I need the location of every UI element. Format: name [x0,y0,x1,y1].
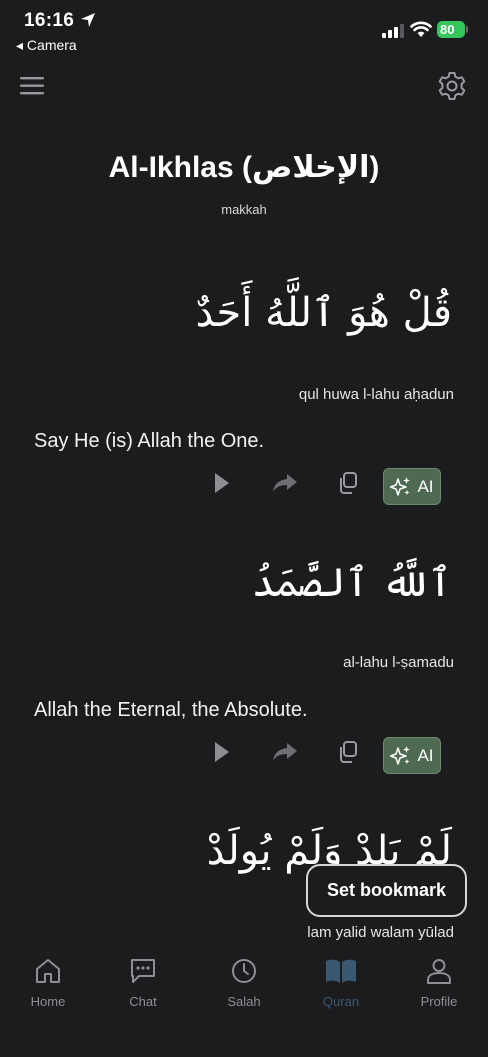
bottom-tab-bar: Home Chat Salah Quran Profile [0,945,488,1057]
tab-label: Salah [227,994,261,1009]
location-arrow-icon [81,13,95,27]
tab-home[interactable]: Home [8,957,88,1009]
ai-button[interactable]: AI [383,468,441,505]
status-time: 16:16 [24,10,75,31]
verse-arabic: ٱللَّهُ ٱلصَّمَدُ [251,560,452,606]
share-button[interactable] [269,467,301,499]
set-bookmark-button[interactable]: Set bookmark [306,864,467,917]
battery-tip [466,26,468,33]
cellular-signal-icon [382,24,404,38]
tab-salah[interactable]: Salah [204,957,284,1009]
wifi-icon [410,21,432,37]
copy-button[interactable] [332,736,364,768]
ai-button-label: AI [417,476,434,496]
copy-icon [340,472,357,494]
revelation-place: makkah [221,202,267,217]
verse-actions: AI [0,736,488,776]
battery-indicator: 80 [437,21,465,38]
play-icon [215,742,229,762]
tab-profile[interactable]: Profile [399,957,479,1009]
chat-icon [131,959,155,983]
verse-translation: Say He (is) Allah the One. [34,430,265,452]
surah-title: Al-Ikhlas (الإخلاص) [108,151,380,184]
status-bar: 16:16 ◂ Camera 80 [0,0,488,60]
copy-icon [340,741,357,763]
clock-icon [232,959,256,983]
menu-button[interactable] [20,74,46,98]
back-to-camera-link[interactable]: ◂ Camera [16,37,77,54]
user-icon [427,959,451,984]
play-button[interactable] [206,736,238,768]
play-icon [215,473,229,493]
tab-label: Chat [129,994,157,1009]
tab-label: Home [30,994,66,1009]
tab-label: Profile [420,994,458,1009]
tab-quran[interactable]: Quran [301,957,381,1009]
hamburger-icon [20,77,44,95]
battery-level: 80 [440,22,455,37]
play-button[interactable] [206,467,238,499]
verse-actions: AI [0,467,488,507]
share-button[interactable] [269,736,301,768]
gear-icon [438,72,466,100]
tab-chat[interactable]: Chat [103,957,183,1009]
copy-button[interactable] [332,467,364,499]
verse-arabic: قُلْ هُوَ ٱللَّهُ أَحَدٌ [195,290,452,336]
tab-label: Quran [322,994,360,1009]
verse-transliteration: qul huwa l-lahu aḥadun [298,386,454,403]
sparkles-icon [390,476,411,496]
share-arrow-icon [273,474,297,492]
verse-translation: Allah the Eternal, the Absolute. [34,699,308,721]
ai-button[interactable]: AI [383,737,441,774]
settings-button[interactable] [436,70,468,102]
verse-transliteration: lam yalid walam yūlad [307,924,454,941]
verse-transliteration: al-lahu l-ṣamadu [343,654,454,671]
home-icon [36,959,60,983]
sparkles-icon [390,745,411,765]
ai-button-label: AI [417,745,434,765]
share-arrow-icon [273,743,297,761]
book-icon [326,959,356,983]
